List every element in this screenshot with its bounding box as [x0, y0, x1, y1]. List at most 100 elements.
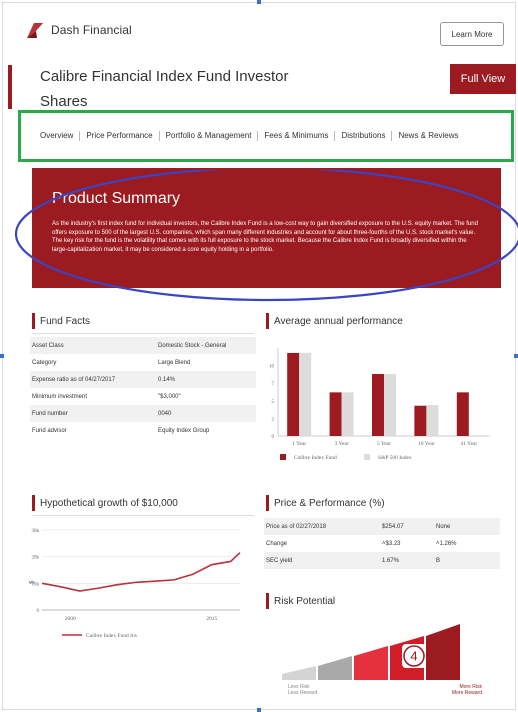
- y-tick-label: 0: [272, 435, 275, 440]
- price-label: Change: [266, 540, 288, 547]
- bar: [456, 392, 469, 436]
- fact-label: Expense ratio as of 04/27/2017: [30, 371, 156, 388]
- risk-segment: [354, 646, 388, 680]
- summary-title: Product Summary: [52, 190, 181, 207]
- heading-accent-bar: [266, 593, 269, 609]
- title-accent-bar: [8, 65, 12, 109]
- fact-value: "$3,000": [158, 393, 181, 400]
- product-summary-panel: Product Summary As the industry's first …: [32, 168, 501, 288]
- price-label: Price as of 02/27/2018: [264, 518, 380, 535]
- x-tick-label: 10 Year: [418, 441, 435, 447]
- x-tick-label: 5 Year: [377, 441, 391, 447]
- table-row: Fund number 0040: [30, 405, 256, 422]
- table-row: Asset Class Domestic Stock - General: [30, 337, 256, 354]
- bar: [372, 374, 384, 436]
- fact-value: 0040: [156, 405, 256, 422]
- dash-logo-icon: [27, 23, 43, 38]
- y-axis-label: $: [28, 580, 36, 584]
- x-tick-label: 41 Year: [460, 441, 477, 447]
- resize-handle-top[interactable]: [257, 0, 261, 4]
- divider: [32, 333, 254, 334]
- divider: [32, 515, 254, 516]
- table-row: Fund advisor Equity Index Group: [30, 422, 256, 439]
- learn-more-button[interactable]: Learn More: [440, 22, 504, 46]
- bar: [426, 405, 439, 436]
- price-label: SEC yield: [264, 552, 380, 569]
- tab-overview[interactable]: Overview: [34, 131, 81, 141]
- tab-price-performance[interactable]: Price Performance: [80, 131, 160, 141]
- y-tick-label: 7: [272, 382, 275, 387]
- bar: [287, 352, 300, 436]
- resize-handle-left[interactable]: [0, 354, 4, 358]
- price-performance-heading: Price & Performance (%): [266, 495, 385, 511]
- fact-value: Large Blend: [158, 359, 191, 366]
- risk-title: Risk Potential: [274, 595, 336, 607]
- avg-performance-title: Average annual performance: [274, 315, 403, 327]
- growth-chart: 010k20k30k$2000 2015Calibre Index Fund In…: [28, 529, 241, 639]
- x-tick-label: 2000: [65, 616, 76, 622]
- legend-label: Calibre Index Fund: [294, 455, 337, 461]
- table-row: Minimum investment "$3,000": [30, 388, 256, 405]
- tab-nav: Overview Price Performance Portfolio & M…: [34, 128, 464, 144]
- y-tick-label: 5: [272, 400, 275, 405]
- tab-portfolio-management[interactable]: Portfolio & Management: [160, 131, 259, 141]
- legend-label: Calibre Index Fund Inv: [86, 633, 138, 639]
- x-tick-label: 1 Year: [292, 441, 306, 447]
- avg-performance-chart: 0 2 5 7 10 1 Year 3 Year 5 Year 10 Year 41 Year Ca…: [269, 348, 490, 461]
- resize-handle-bottom[interactable]: [257, 708, 261, 712]
- brand-logo[interactable]: Dash Financial: [25, 20, 132, 40]
- page-title: Calibre Financial Index Fund Investor Sh…: [40, 68, 289, 110]
- bar: [299, 352, 312, 436]
- tab-distributions[interactable]: Distributions: [335, 131, 393, 141]
- risk-high-line-2: More Reward: [451, 690, 482, 696]
- fact-label: Minimum investment: [32, 393, 88, 400]
- table-row: Price as of 02/27/2018 $254.07 None: [264, 518, 500, 535]
- full-view-button[interactable]: Full View: [450, 64, 516, 94]
- heading-accent-bar: [266, 313, 269, 329]
- fact-label: Fund number: [30, 405, 156, 422]
- heading-accent-bar: [266, 495, 269, 511]
- fund-facts-heading: Fund Facts: [32, 313, 90, 329]
- y-tick-label: 0: [37, 609, 40, 614]
- resize-handle-right[interactable]: [514, 354, 518, 358]
- fact-value: Domestic Stock - General: [156, 337, 256, 354]
- risk-segment: [282, 666, 316, 680]
- price-extra: B: [434, 552, 500, 569]
- fact-label: Asset Class: [30, 337, 156, 354]
- fact-label: Fund advisor: [32, 427, 67, 434]
- fact-label: Category: [32, 359, 57, 366]
- fund-facts-table: Asset Class Domestic Stock - General Cate…: [30, 337, 256, 439]
- avg-performance-heading: Average annual performance: [266, 313, 403, 329]
- risk-heading: Risk Potential: [266, 593, 335, 609]
- table-row: Change ˄$3.23 ˄1.26%: [264, 535, 500, 552]
- growth-title: Hypothetical growth of $10,000: [40, 497, 178, 509]
- price-extra: ˄1.26%: [436, 540, 457, 547]
- bar: [341, 392, 354, 436]
- x-tick-label: 3 Year: [335, 441, 349, 447]
- price-performance-table: Price as of 02/27/2018 $254.07 None Change…: [264, 518, 500, 569]
- growth-heading: Hypothetical growth of $10,000: [32, 495, 178, 511]
- tab-fees-minimums[interactable]: Fees & Minimums: [258, 131, 336, 141]
- y-tick-label: 20k: [32, 556, 40, 561]
- risk-low-line-2: Less Reward: [288, 690, 318, 696]
- legend-swatch: [364, 454, 370, 460]
- tab-news-reviews[interactable]: News & Reviews: [392, 131, 464, 141]
- risk-segment: [426, 624, 460, 680]
- table-row: Expense ratio as of 04/27/2017 0.14%: [30, 371, 256, 388]
- bar: [329, 392, 342, 436]
- table-row: Category Large Blend: [30, 354, 256, 371]
- risk-segment: [318, 656, 352, 680]
- y-tick-label: 2: [272, 417, 275, 422]
- price-value: ˄$3.23: [382, 540, 401, 547]
- risk-potential-meter: 4: [282, 624, 460, 680]
- bar: [384, 374, 396, 436]
- legend-swatch: [280, 454, 286, 460]
- price-extra: None: [434, 518, 500, 535]
- risk-level-value: 4: [410, 649, 417, 664]
- heading-accent-bar: [32, 495, 35, 511]
- risk-high-label: More Risk More Reward: [426, 684, 482, 696]
- fact-value: 0.14%: [156, 371, 256, 388]
- y-tick-label: 30k: [32, 529, 40, 534]
- price-value: $254.07: [380, 518, 434, 535]
- fund-facts-title: Fund Facts: [40, 315, 91, 327]
